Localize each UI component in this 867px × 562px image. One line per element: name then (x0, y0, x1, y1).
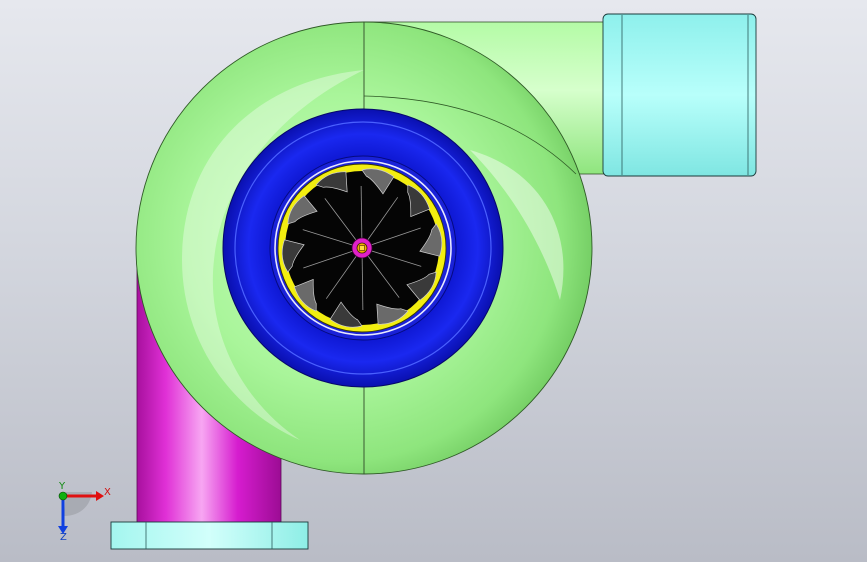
discharge-flange[interactable] (602, 13, 757, 177)
hub-center (359, 245, 365, 251)
turbocharger-model[interactable] (0, 0, 867, 562)
y-axis-dot (58, 491, 68, 501)
x-axis-arrowhead (96, 491, 104, 501)
cad-viewport[interactable]: X Y Z (0, 0, 867, 562)
x-axis-label: X (104, 487, 111, 498)
coordinate-triad[interactable]: X Y Z (44, 482, 114, 546)
z-axis-label: Z (60, 532, 67, 543)
outlet-flange[interactable] (110, 521, 309, 550)
y-axis-label: Y (59, 481, 66, 492)
